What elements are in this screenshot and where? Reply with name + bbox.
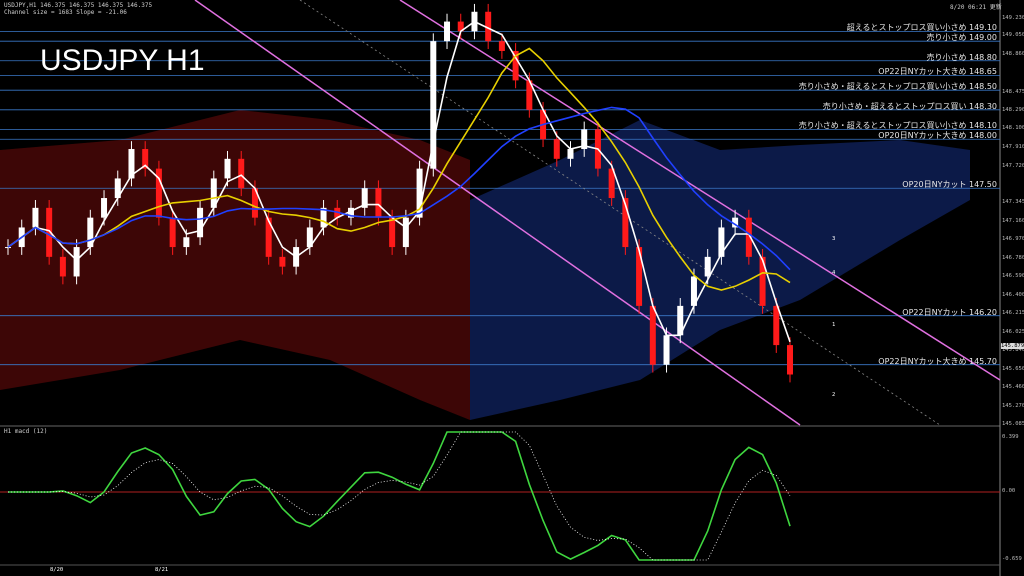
level-label: OP20日NYカット大きめ 148.00 xyxy=(878,131,997,141)
level-label: OP22日NYカット大きめ 145.70 xyxy=(878,356,997,366)
price-tick-label: 147.720 xyxy=(1002,162,1024,169)
symbol-info: USDJPY,H1 146.375 146.375 146.375 146.37… xyxy=(4,2,153,9)
candle-body xyxy=(773,305,780,346)
macd-tick-label: -0.659 xyxy=(1002,556,1022,562)
channel-label: 2 xyxy=(832,392,836,398)
candle-body xyxy=(787,345,793,375)
candle-body xyxy=(704,256,711,277)
date-mark: 8/21 xyxy=(155,567,169,573)
price-tick-label: 148.860 xyxy=(1002,50,1024,57)
candle-body xyxy=(5,247,11,249)
candle-body xyxy=(663,335,670,365)
signal-line xyxy=(8,431,791,561)
price-tick-label: 147.345 xyxy=(1002,199,1024,206)
level-label: 売り小さめ 149.00 xyxy=(926,33,997,43)
level-label: 売り小さめ・超えるとストップロス買い小さめ 148.50 xyxy=(798,82,997,92)
candle-body xyxy=(553,139,560,159)
macd-tick-label: 0.00 xyxy=(1002,488,1016,494)
candle-body xyxy=(183,237,190,248)
candle-body xyxy=(402,217,409,248)
channel-info: Channel size = 1683 Slope = -21.06 xyxy=(4,9,127,16)
price-tick-label: 147.910 xyxy=(1002,144,1024,151)
price-tick-label: 148.290 xyxy=(1002,106,1024,113)
candle-body xyxy=(224,158,231,179)
price-tick-label: 146.025 xyxy=(1002,328,1024,335)
candle-body xyxy=(389,217,396,248)
update-timestamp: 8/20 06:21 更新 xyxy=(950,4,1002,11)
price-tick-label: 146.970 xyxy=(1002,236,1024,243)
price-tick-label: 145.460 xyxy=(1002,384,1024,391)
price-tick-label: 147.160 xyxy=(1002,217,1024,224)
price-tick-label: 146.400 xyxy=(1002,292,1024,299)
price-tick-label: 146.590 xyxy=(1002,273,1024,280)
price-tick-label: 149.230 xyxy=(1002,14,1024,21)
macd-tick-label: 0.399 xyxy=(1002,434,1019,440)
price-tick-label: 149.420 xyxy=(1002,0,1024,2)
current-price-badge: 145.879 xyxy=(1001,343,1024,350)
channel-label: 3 xyxy=(832,236,836,242)
level-label: 売り小さめ・超えるとストップロス買い 148.30 xyxy=(822,101,997,111)
candle-body xyxy=(197,207,204,238)
price-tick-label: 145.650 xyxy=(1002,365,1024,372)
price-tick-label: 145.270 xyxy=(1002,402,1024,409)
macd-label: H1 macd (12) xyxy=(4,428,48,435)
price-tick-label: 146.780 xyxy=(1002,254,1024,261)
cloud-red-area xyxy=(0,110,470,420)
candle-body xyxy=(169,217,176,248)
price-tick-label: 148.100 xyxy=(1002,125,1024,132)
channel-label: 4 xyxy=(832,270,836,276)
macd-line xyxy=(8,431,791,561)
candle-body xyxy=(73,247,80,277)
candle-body xyxy=(567,149,574,159)
candle-body xyxy=(444,21,451,42)
cloud-blue-area xyxy=(470,120,970,420)
level-label: OP22日NYカット 146.20 xyxy=(902,307,997,317)
candle-body xyxy=(649,305,656,365)
candle-body xyxy=(498,41,505,51)
candle-body xyxy=(101,198,108,218)
candle-body xyxy=(32,207,39,228)
candle-body xyxy=(279,256,286,267)
level-label: OP20日NYカット 147.50 xyxy=(902,180,997,190)
level-label: OP22日NYカット大きめ 148.65 xyxy=(878,67,997,77)
candle-body xyxy=(59,256,66,277)
date-mark: 8/20 xyxy=(50,567,64,573)
price-tick-label: 149.050 xyxy=(1002,32,1024,39)
candle-body xyxy=(238,158,245,189)
price-tick-label: 145.085 xyxy=(1002,421,1024,427)
candle-body xyxy=(375,188,382,218)
channel-label: 1 xyxy=(832,322,836,328)
chart-title: USDJPY H1 xyxy=(40,44,205,77)
price-tick-label: 148.475 xyxy=(1002,88,1024,95)
level-label: 売り小さめ 148.80 xyxy=(926,52,997,62)
price-tick-label: 146.215 xyxy=(1002,310,1024,317)
